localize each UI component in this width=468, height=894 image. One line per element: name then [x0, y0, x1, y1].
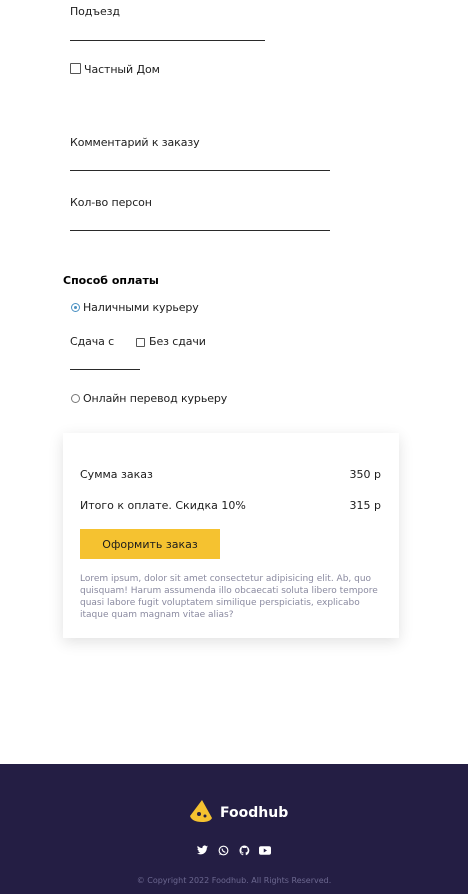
comment-label: Комментарий к заказу — [70, 136, 200, 149]
order-sum-value: 350 р — [349, 468, 381, 481]
brand-name: Foodhub — [220, 805, 289, 821]
change-label: Сдача с — [70, 335, 115, 348]
footer-brand[interactable]: Foodhub — [188, 800, 288, 826]
order-description: Lorem ipsum, dolor sit amet consectetur … — [80, 574, 378, 620]
total-value: 315 р — [349, 499, 381, 512]
online-transfer-label: Онлайн перевод курьеру — [83, 392, 228, 405]
submit-order-button[interactable]: Оформить заказ — [80, 529, 220, 559]
private-house-checkbox[interactable] — [70, 63, 81, 74]
cash-radio-label: Наличными курьеру — [83, 301, 199, 314]
cash-radio[interactable] — [71, 303, 80, 312]
entrance-label: Подъезд — [70, 5, 120, 18]
persons-input[interactable] — [70, 230, 330, 231]
twitter-icon[interactable] — [196, 844, 208, 856]
entrance-input[interactable] — [70, 40, 265, 41]
youtube-icon[interactable] — [259, 844, 271, 856]
github-icon[interactable] — [238, 844, 250, 856]
online-transfer-radio[interactable] — [71, 394, 80, 403]
brand-logo-icon — [188, 798, 214, 828]
social-links — [196, 844, 271, 856]
total-label: Итого к оплате. Скидка 10% — [80, 499, 246, 512]
comment-input[interactable] — [70, 170, 330, 171]
persons-label: Кол-во персон — [70, 196, 152, 209]
private-house-label: Частный Дом — [84, 63, 160, 76]
copyright-text: © Copyright 2022 Foodhub. All Rights Res… — [136, 876, 332, 885]
no-change-label: Без сдачи — [149, 335, 206, 348]
order-summary-card: Сумма заказ 350 р Итого к оплате. Скидка… — [63, 433, 399, 638]
footer: Foodhub © Copyright 2022 Foodhub. All Ri… — [0, 764, 468, 894]
order-sum-label: Сумма заказ — [80, 468, 153, 481]
payment-method-title: Способ оплаты — [63, 274, 159, 287]
change-amount-input[interactable] — [70, 369, 140, 370]
no-change-checkbox[interactable] — [136, 338, 145, 347]
whatsapp-icon[interactable] — [217, 844, 229, 856]
